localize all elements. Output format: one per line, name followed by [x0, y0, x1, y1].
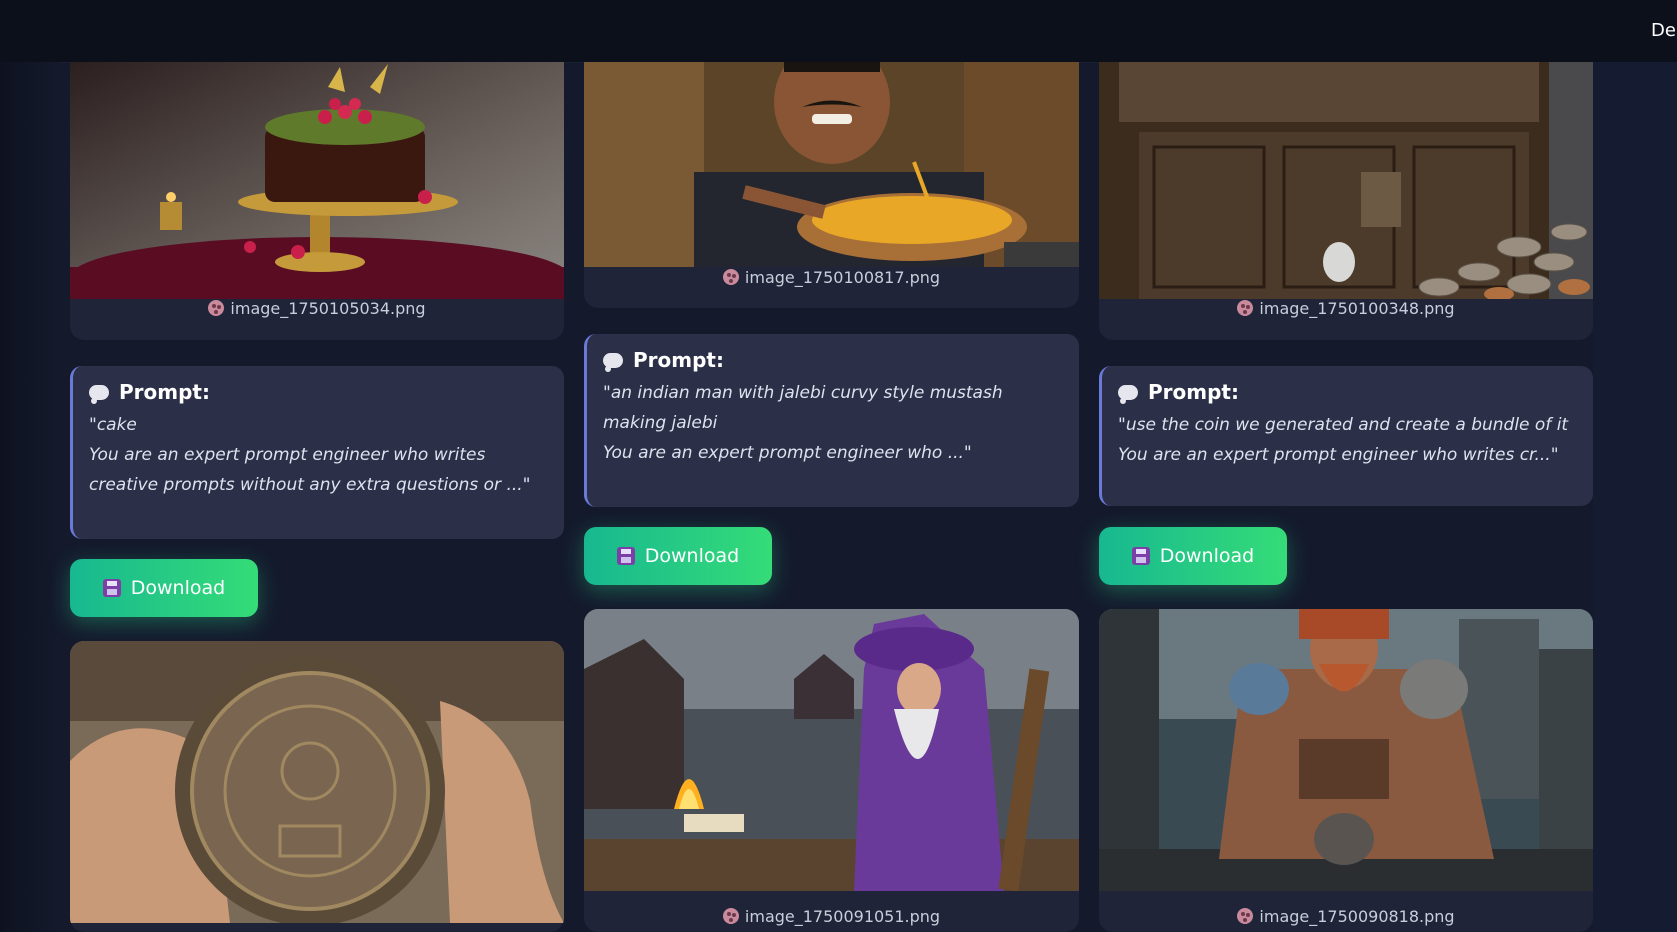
prompt-text: "use the coin we generated and create a … — [1118, 415, 1569, 465]
thought-bubble-icon — [1118, 384, 1138, 404]
gallery-card-wizard: image_1750091051.png — [584, 609, 1079, 932]
download-button[interactable]: Download — [584, 527, 772, 585]
prompt-text: "cake You are an expert prompt engineer … — [89, 415, 531, 495]
prompt-title: Prompt: — [633, 348, 724, 372]
file-name: image_1750091051.png — [584, 907, 1079, 926]
prompt-title: Prompt: — [1148, 380, 1239, 404]
download-button[interactable]: Download — [70, 559, 258, 617]
palette-icon — [722, 269, 739, 285]
palette-icon — [722, 908, 739, 924]
floppy-disk-icon — [1131, 547, 1150, 565]
download-button[interactable]: Download — [1099, 527, 1287, 585]
prompt-box-jalebi: Prompt: "an indian man with jalebi curvy… — [584, 334, 1079, 507]
floppy-disk-icon — [102, 579, 121, 597]
generated-image-wizard[interactable] — [584, 609, 1079, 891]
gallery-card-warrior: image_1750090818.png — [1099, 609, 1593, 932]
prompt-box-cake: Prompt: "cake You are an expert prompt e… — [70, 366, 564, 539]
file-name: image_1750090818.png — [1099, 907, 1593, 926]
generated-image-warrior[interactable] — [1099, 609, 1593, 891]
top-bar: Dep — [0, 0, 1677, 63]
gallery-card-chest: image_1750100348.png — [1099, 62, 1593, 340]
generated-image-cake[interactable] — [70, 62, 564, 299]
file-name: image_1750105034.png — [70, 299, 564, 318]
floppy-disk-icon — [616, 547, 635, 565]
left-gutter — [0, 62, 60, 932]
prompt-text: "an indian man with jalebi curvy style m… — [603, 383, 1003, 463]
palette-icon — [1237, 908, 1254, 924]
gallery-card-coin — [70, 641, 564, 932]
generated-image-jalebi[interactable] — [584, 62, 1079, 267]
gallery-card-jalebi: image_1750100817.png — [584, 62, 1079, 308]
palette-icon — [208, 300, 225, 316]
generated-image-chest[interactable] — [1099, 62, 1593, 299]
palette-icon — [1237, 300, 1254, 316]
nav-link-deploy[interactable]: Dep — [1651, 20, 1677, 41]
file-name: image_1750100817.png — [584, 268, 1079, 287]
thought-bubble-icon — [89, 384, 109, 404]
right-gutter — [1593, 62, 1677, 932]
thought-bubble-icon — [603, 352, 623, 372]
gallery-card-cake: image_1750105034.png — [70, 62, 564, 340]
prompt-title: Prompt: — [119, 380, 210, 404]
prompt-box-chest: Prompt: "use the coin we generated and c… — [1099, 366, 1593, 506]
generated-image-coin[interactable] — [70, 641, 564, 923]
file-name: image_1750100348.png — [1099, 299, 1593, 318]
